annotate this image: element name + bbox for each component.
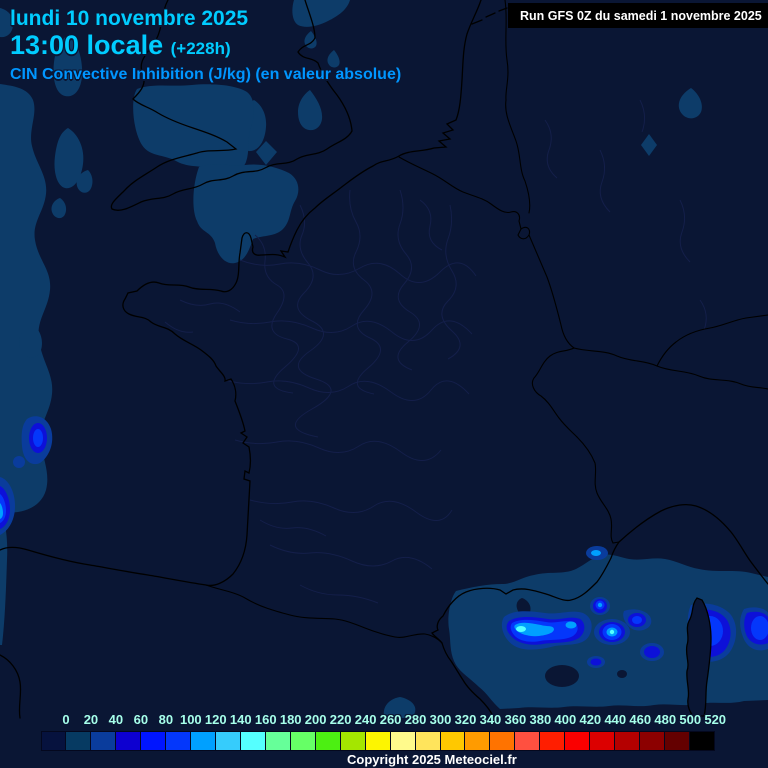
colorbar-label: 520 xyxy=(704,712,727,727)
colorbar-cell xyxy=(690,731,716,751)
colorbar-cell xyxy=(115,731,141,751)
colorbar-label: 60 xyxy=(133,712,149,727)
colorbar-cell xyxy=(165,731,191,751)
weather-map xyxy=(0,0,768,768)
copyright-text: Copyright 2025 Meteociel.fr xyxy=(347,752,517,767)
colorbar-cell xyxy=(140,731,166,751)
colorbar-label: 140 xyxy=(229,712,252,727)
colorbar-label: 340 xyxy=(479,712,502,727)
colorbar-label: 240 xyxy=(354,712,377,727)
colorbar-label: 80 xyxy=(158,712,174,727)
colorbar-label: 100 xyxy=(179,712,202,727)
colorbar-cell xyxy=(415,731,441,751)
colorbar-cell xyxy=(215,731,241,751)
time-title: 13:00 locale (+228h) xyxy=(10,30,231,61)
colorbar-label: 480 xyxy=(654,712,677,727)
parameter-title: CIN Convective Inhibition (J/kg) (en val… xyxy=(10,66,402,83)
colorbar-cell xyxy=(41,731,66,751)
colorbar-label: 40 xyxy=(108,712,124,727)
colorbar-label: 280 xyxy=(404,712,427,727)
colorbar-cell xyxy=(590,731,616,751)
colorbar-label: 200 xyxy=(304,712,327,727)
colorbar-cell xyxy=(615,731,641,751)
colorbar-cell xyxy=(340,731,366,751)
colorbar-label: 120 xyxy=(204,712,227,727)
colorbar-label: 440 xyxy=(604,712,627,727)
colorbar-label: 500 xyxy=(679,712,702,727)
colorbar-label: 180 xyxy=(279,712,302,727)
colorbar-label: 360 xyxy=(504,712,527,727)
colorbar-label: 460 xyxy=(629,712,652,727)
colorbar-cell xyxy=(390,731,416,751)
colorbar-cell xyxy=(465,731,491,751)
colorbar-cell xyxy=(65,731,91,751)
colorbar-cell xyxy=(540,731,566,751)
colorbar-cell xyxy=(265,731,291,751)
colorbar-label: 20 xyxy=(83,712,99,727)
colorbar-label: 0 xyxy=(62,712,70,727)
weather-map-page: lundi 10 novembre 2025 13:00 locale (+22… xyxy=(0,0,768,768)
colorbar-cell xyxy=(440,731,466,751)
colorbar-cell xyxy=(490,731,516,751)
forecast-offset-label: (+228h) xyxy=(170,39,231,58)
colorbar-cell xyxy=(190,731,216,751)
colorbar-cell xyxy=(240,731,266,751)
colorbar-label: 260 xyxy=(379,712,402,727)
colorbar-cell xyxy=(640,731,666,751)
colorbar-label: 160 xyxy=(254,712,277,727)
colorbar-cell xyxy=(665,731,691,751)
date-title: lundi 10 novembre 2025 xyxy=(10,7,249,30)
colorbar-cell xyxy=(90,731,116,751)
colorbar-swatches xyxy=(41,731,716,751)
colorbar-cell xyxy=(315,731,341,751)
colorbar-label: 400 xyxy=(554,712,577,727)
colorbar-label: 380 xyxy=(529,712,552,727)
run-info-label: Run GFS 0Z du samedi 1 novembre 2025 xyxy=(520,8,762,23)
colorbar-cell xyxy=(365,731,391,751)
colorbar-label: 300 xyxy=(429,712,452,727)
colorbar-cell xyxy=(290,731,316,751)
run-info-box: Run GFS 0Z du samedi 1 novembre 2025 xyxy=(508,3,768,28)
colorbar-cell xyxy=(565,731,591,751)
colorbar-label: 320 xyxy=(454,712,477,727)
colorbar-label: 420 xyxy=(579,712,602,727)
colorbar-cell xyxy=(515,731,541,751)
colorbar-labels: 0 20 40 60 80 100 120 140 160 180 200 220 240 260 280 3… xyxy=(41,712,741,728)
colorbar-label: 220 xyxy=(329,712,352,727)
local-time-label: 13:00 locale xyxy=(10,30,164,60)
